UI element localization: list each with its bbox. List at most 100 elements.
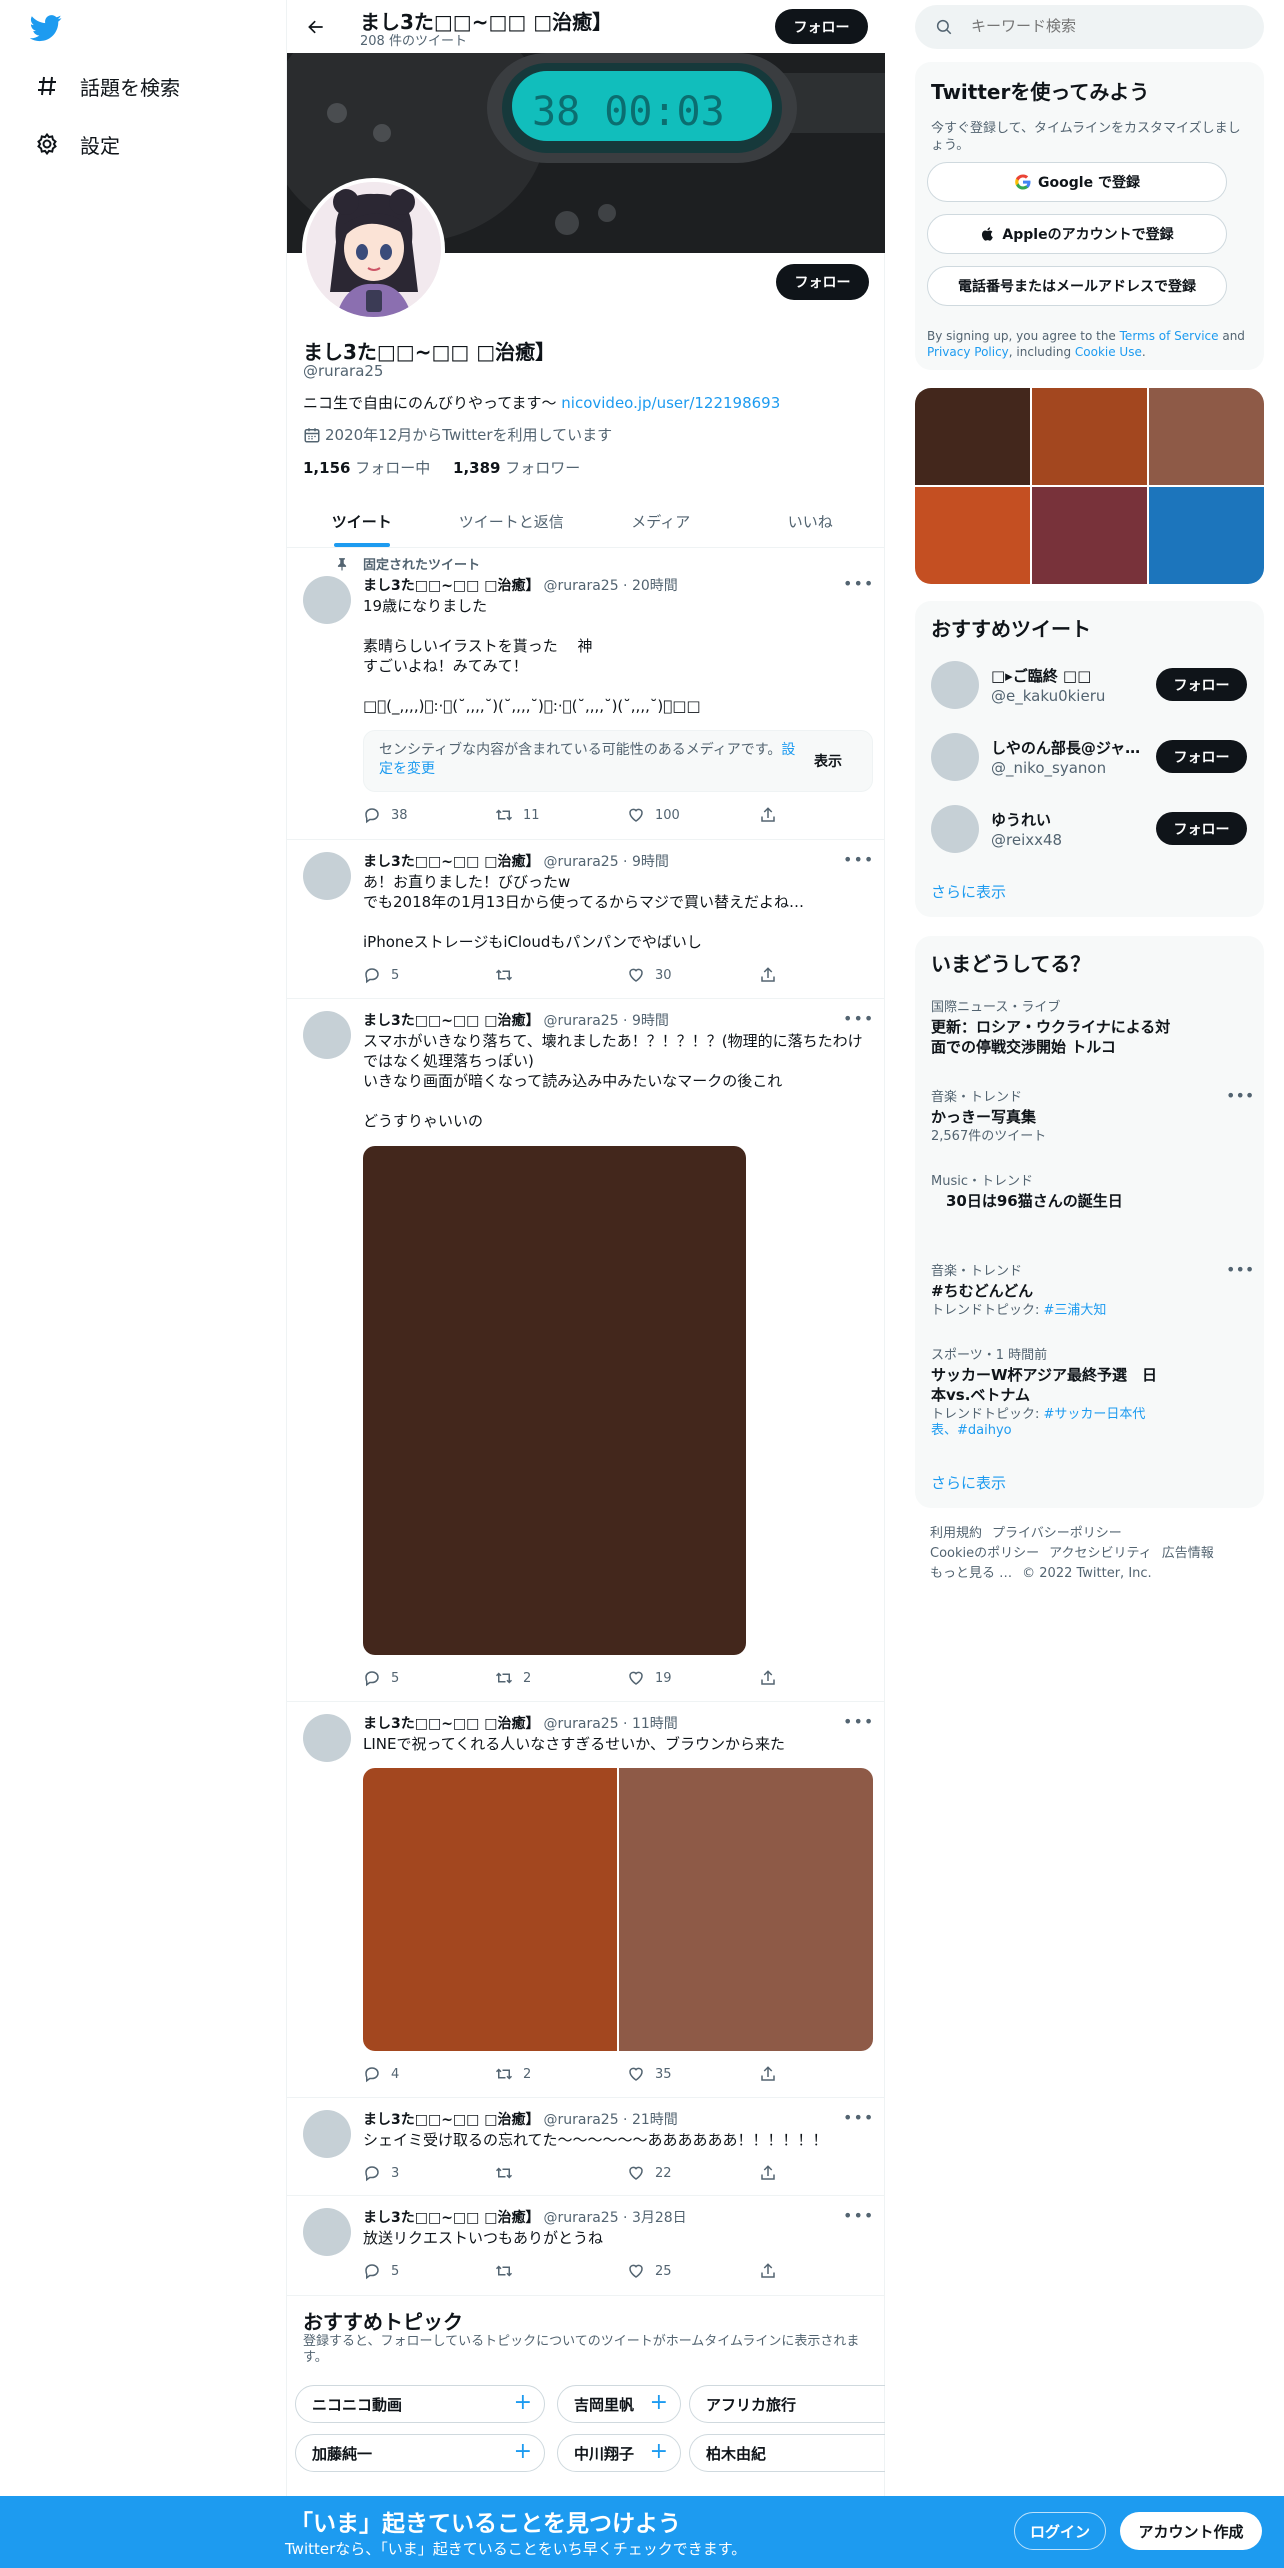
reply-button[interactable]: 3 bbox=[363, 2164, 399, 2182]
footer-link[interactable]: プライバシーポリシー bbox=[992, 1526, 1122, 1541]
reply-button[interactable]: 5 bbox=[363, 1669, 399, 1687]
media-thumbnail[interactable] bbox=[1032, 388, 1147, 485]
plus-icon[interactable]: + bbox=[650, 2392, 668, 2414]
share-button[interactable] bbox=[759, 2164, 787, 2182]
phone-email-signup-button[interactable]: 電話番号またはメールアドレスで登録 bbox=[927, 266, 1227, 306]
followers-link[interactable]: 1,389 フォロワー bbox=[453, 459, 580, 477]
privacy-policy-link[interactable]: Privacy Policy bbox=[927, 345, 1009, 359]
recommended-user[interactable]: □▸ご臨終 □□ @e_kaku0kieru フォロー bbox=[915, 649, 1264, 721]
user-avatar[interactable] bbox=[931, 733, 979, 781]
tweet-author-name[interactable]: まし3た□□~□□ □治癒】 bbox=[363, 578, 539, 594]
tweet-author-name[interactable]: まし3た□□~□□ □治癒】 bbox=[363, 2112, 539, 2128]
more-options-icon[interactable]: ••• bbox=[843, 1712, 873, 1732]
tweet-author-name[interactable]: まし3た□□~□□ □治癒】 bbox=[363, 1013, 539, 1029]
share-button[interactable] bbox=[759, 806, 787, 824]
tweet-media-image[interactable] bbox=[363, 1146, 746, 1655]
tweet-meta[interactable]: @rurara25 · 11時間 bbox=[543, 1716, 677, 1732]
profile-follow-button[interactable]: フォロー bbox=[776, 264, 869, 300]
tweet[interactable]: まし3た□□~□□ □治癒】 @rurara25 · 9時間 ••• スマホがいき… bbox=[287, 999, 885, 1702]
terms-of-service-link[interactable]: Terms of Service bbox=[1120, 329, 1219, 343]
trend-item[interactable]: 音楽・トレンド かっきー写真集 2,567件のツイート bbox=[931, 1086, 1251, 1145]
search-box[interactable] bbox=[915, 5, 1264, 49]
follow-button[interactable]: フォロー bbox=[1156, 668, 1247, 701]
twitter-logo-icon[interactable] bbox=[29, 12, 66, 48]
tab-media[interactable]: メディア bbox=[586, 495, 736, 547]
footer-link[interactable]: 利用規約 bbox=[930, 1526, 982, 1541]
search-input[interactable] bbox=[971, 17, 1251, 35]
topic-chip[interactable]: 吉岡里帆 + bbox=[557, 2385, 681, 2423]
trend-related-link[interactable]: #三浦大知 bbox=[1044, 1303, 1107, 1318]
follow-button[interactable]: フォロー bbox=[1156, 812, 1247, 845]
following-link[interactable]: 1,156 フォロー中 bbox=[303, 459, 430, 477]
more-options-icon[interactable]: ••• bbox=[843, 1009, 873, 1029]
tweet-meta[interactable]: @rurara25 · 9時間 bbox=[543, 854, 668, 870]
footer-link[interactable]: 広告情報 bbox=[1162, 1546, 1214, 1561]
trend-item[interactable]: Music・トレンド 30日は96猫さんの誕生日 bbox=[931, 1170, 1251, 1211]
topic-chip[interactable]: 中川翔子 + bbox=[557, 2434, 681, 2472]
footer-link[interactable]: Cookieのポリシー bbox=[930, 1546, 1039, 1561]
nav-settings[interactable]: 設定 bbox=[34, 124, 120, 164]
share-button[interactable] bbox=[759, 2065, 787, 2083]
back-arrow-icon[interactable] bbox=[299, 10, 333, 44]
retweet-button[interactable] bbox=[495, 966, 523, 984]
tweet-media-image[interactable] bbox=[619, 1768, 873, 2051]
retweet-button[interactable] bbox=[495, 2262, 523, 2280]
media-thumbnail[interactable] bbox=[1032, 487, 1147, 584]
tweet-author-name[interactable]: まし3た□□~□□ □治癒】 bbox=[363, 2210, 539, 2226]
user-name[interactable]: しやのん部長@ジャ… bbox=[991, 737, 1141, 758]
user-name[interactable]: □▸ご臨終 □□ bbox=[991, 665, 1141, 686]
profile-bio-link[interactable]: nicovideo.jp/user/122198693 bbox=[561, 394, 780, 412]
media-thumbnail[interactable] bbox=[915, 487, 1030, 584]
more-options-icon[interactable]: ••• bbox=[843, 2206, 873, 2226]
cookie-use-link[interactable]: Cookie Use bbox=[1075, 345, 1142, 359]
tweet-meta[interactable]: @rurara25 · 21時間 bbox=[543, 2112, 677, 2128]
topic-chip[interactable]: アフリカ旅行 bbox=[689, 2385, 885, 2423]
tweet[interactable]: まし3た□□~□□ □治癒】 @rurara25 · 21時間 ••• シェイミ受… bbox=[287, 2098, 885, 2196]
more-options-icon[interactable]: ••• bbox=[843, 574, 873, 594]
reply-button[interactable]: 5 bbox=[363, 2262, 399, 2280]
retweet-button[interactable]: 2 bbox=[495, 1669, 531, 1687]
like-button[interactable]: 100 bbox=[627, 806, 680, 824]
profile-avatar[interactable] bbox=[302, 178, 445, 321]
more-options-icon[interactable]: ••• bbox=[843, 850, 873, 870]
tweet-meta[interactable]: @rurara25 · 3月28日 bbox=[543, 2210, 686, 2226]
tweet-avatar[interactable] bbox=[303, 2110, 351, 2158]
plus-icon[interactable]: + bbox=[514, 2392, 532, 2414]
trend-more-icon[interactable]: ••• bbox=[1226, 1260, 1254, 1279]
footer-link[interactable]: アクセシビリティ bbox=[1049, 1546, 1152, 1561]
trend-item[interactable]: スポーツ・1 時間前 サッカーW杯アジア最終予選 日本vs.ベトナム トレンドト… bbox=[931, 1344, 1251, 1439]
share-button[interactable] bbox=[759, 966, 787, 984]
recommended-user[interactable]: しやのん部長@ジャ… @_niko_syanon フォロー bbox=[915, 721, 1264, 793]
like-button[interactable]: 25 bbox=[627, 2262, 672, 2280]
google-signup-button[interactable]: Google で登録 bbox=[927, 162, 1227, 202]
user-avatar[interactable] bbox=[931, 805, 979, 853]
user-name[interactable]: ゆうれい bbox=[991, 809, 1141, 830]
tab-tweets-and-replies[interactable]: ツイートと返信 bbox=[437, 495, 587, 547]
tab-likes[interactable]: いいね bbox=[736, 495, 886, 547]
tweet-avatar[interactable] bbox=[303, 1714, 351, 1762]
nav-explore[interactable]: 話題を検索 bbox=[34, 66, 180, 106]
media-thumbnail[interactable] bbox=[1149, 487, 1264, 584]
footer-link[interactable]: もっと見る … bbox=[930, 1566, 1012, 1581]
user-avatar[interactable] bbox=[931, 661, 979, 709]
tweet[interactable]: まし3た□□~□□ □治癒】 @rurara25 · 11時間 ••• LINEで… bbox=[287, 1702, 885, 2098]
topic-chip[interactable]: ニコニコ動画 + bbox=[295, 2385, 545, 2423]
recommended-user[interactable]: ゆうれい @reixx48 フォロー bbox=[915, 793, 1264, 865]
show-media-button[interactable]: 表示 bbox=[814, 751, 842, 771]
follow-button[interactable]: フォロー bbox=[1156, 740, 1247, 773]
tweet[interactable]: まし3た□□~□□ □治癒】 @rurara25 · 3月28日 ••• 放送リク… bbox=[287, 2196, 885, 2296]
reply-button[interactable]: 4 bbox=[363, 2065, 399, 2083]
topic-chip[interactable]: 加藤純一 + bbox=[295, 2434, 545, 2472]
header-follow-button[interactable]: フォロー bbox=[775, 9, 868, 44]
tweet-meta[interactable]: @rurara25 · 20時間 bbox=[543, 578, 677, 594]
show-more-link[interactable]: さらに表示 bbox=[931, 1472, 1006, 1493]
like-button[interactable]: 19 bbox=[627, 1669, 672, 1687]
share-button[interactable] bbox=[759, 2262, 787, 2280]
media-thumbnail[interactable] bbox=[1149, 388, 1264, 485]
trend-item[interactable]: 国際ニュース・ライブ 更新：ロシア・ウクライナによる対面での停戦交渉開始 トルコ bbox=[931, 996, 1251, 1057]
tweet-avatar[interactable] bbox=[303, 576, 351, 624]
like-button[interactable]: 35 bbox=[627, 2065, 672, 2083]
retweet-button[interactable] bbox=[495, 2164, 523, 2182]
tweet-avatar[interactable] bbox=[303, 2208, 351, 2256]
like-button[interactable]: 22 bbox=[627, 2164, 672, 2182]
